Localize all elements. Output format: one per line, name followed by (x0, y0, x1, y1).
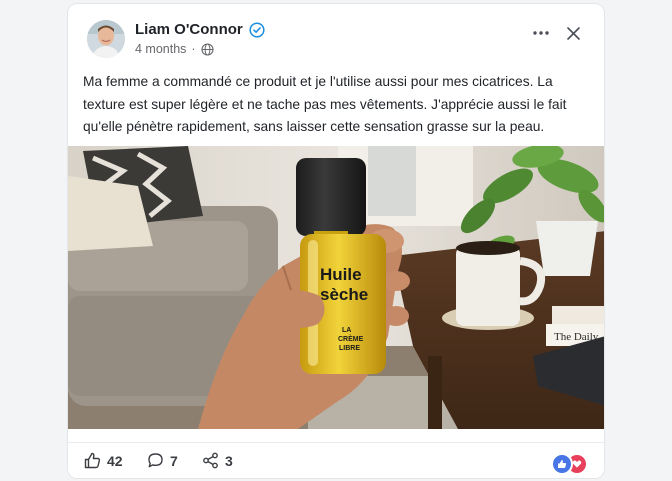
more-options-button[interactable] (530, 22, 552, 44)
more-dots-icon (533, 31, 549, 35)
globe-icon (201, 42, 214, 56)
like-reaction-icon (551, 453, 573, 475)
comment-bubble-icon (148, 453, 163, 468)
author-name-row: Liam O'Connor (135, 21, 265, 38)
bottle-label-line1: Huile (320, 265, 362, 284)
verified-badge-icon (249, 21, 265, 38)
post-photo[interactable]: The Daily Huile sèche LA CRÈME LIBRE (68, 146, 604, 429)
meta-separator: · (191, 42, 196, 56)
reactions-summary[interactable] (551, 453, 588, 475)
share-button[interactable]: 3 (202, 452, 233, 469)
post-meta: 4 months · (135, 42, 214, 56)
post-header: Liam O'Connor 4 months · (68, 4, 604, 64)
thumbs-up-icon (84, 452, 101, 469)
post-card: Liam O'Connor 4 months · Ma femme a comm… (67, 3, 605, 479)
bottle-label-line2: sèche (320, 285, 368, 304)
share-icon (203, 452, 218, 469)
post-text: Ma femme a commandé ce produit et je l'u… (83, 74, 567, 134)
like-count: 42 (107, 452, 123, 469)
comment-count: 7 (170, 452, 178, 469)
share-count: 3 (225, 452, 233, 469)
bottle-brand-line1: LA (342, 327, 351, 334)
comment-button[interactable]: 7 (147, 452, 178, 469)
close-icon (566, 26, 580, 40)
avatar[interactable] (87, 20, 125, 58)
bottle-brand-line3: LIBRE (339, 345, 360, 352)
close-button[interactable] (562, 22, 584, 44)
post-actions-bar: 42 7 3 (68, 442, 604, 478)
post-timestamp[interactable]: 4 months (135, 42, 186, 56)
author-name[interactable]: Liam O'Connor (135, 21, 243, 38)
like-button[interactable]: 42 (84, 452, 123, 469)
bottle-brand-line2: CRÈME (338, 334, 364, 343)
